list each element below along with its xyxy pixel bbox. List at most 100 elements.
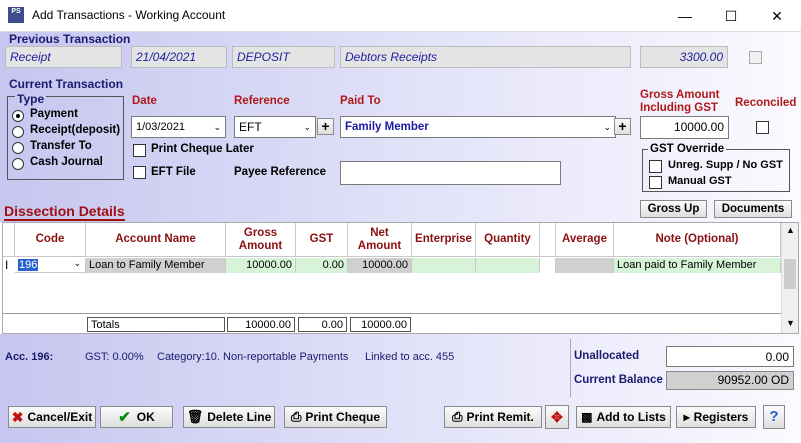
previous-amount: 3300.00	[640, 46, 728, 68]
scroll-down-icon[interactable]: ▼	[782, 318, 799, 328]
payee-reference-field[interactable]	[340, 161, 561, 185]
previous-paid-to: Debtors Receipts	[340, 46, 631, 68]
reference-value: EFT	[239, 120, 262, 134]
code-cell[interactable]: 196 ⌄	[15, 258, 86, 273]
gst-override-title: GST Override	[648, 143, 727, 155]
gst-info: GST: 0.00%	[85, 351, 144, 363]
unreg-supp-checkbox[interactable]	[649, 160, 662, 173]
print-remit-label: Print Remit.	[466, 410, 534, 424]
col-note[interactable]: Note (Optional)	[614, 223, 781, 257]
info-panel: Acc. 196: GST: 0.00% Category:10. Non-re…	[0, 334, 801, 443]
col-enterprise[interactable]: Enterprise	[412, 223, 476, 257]
chevron-down-icon[interactable]: ⌄	[603, 119, 611, 135]
registers-button[interactable]: ▸ Registers	[676, 406, 756, 428]
date-label: Date	[132, 95, 157, 107]
print-cheque-button[interactable]: ⎙ Print Cheque	[284, 406, 387, 428]
documents-button[interactable]: Documents	[714, 200, 792, 218]
col-net-amount[interactable]: Net Amount	[348, 223, 412, 257]
previous-type: Receipt	[5, 46, 122, 68]
gross-amount-label: Gross Amount Including GST	[640, 89, 720, 114]
gst-cell[interactable]: 0.00	[296, 258, 348, 273]
help-icon: ?	[769, 408, 779, 425]
type-transfer-radio[interactable]	[12, 142, 24, 154]
note-cell[interactable]: Loan paid to Family Member	[614, 258, 781, 273]
type-transfer-label[interactable]: Transfer To	[30, 140, 92, 152]
spacer-cell	[540, 258, 556, 273]
registers-label: Registers	[693, 410, 749, 424]
scrollbar-thumb[interactable]	[784, 259, 796, 289]
reference-label: Reference	[234, 95, 290, 107]
table-row[interactable]: I 196 ⌄ Loan to Family Member 10000.00 0…	[3, 258, 781, 273]
col-gross-amount[interactable]: Gross Amount	[226, 223, 296, 257]
current-transaction-panel: Current Transaction Type Payment Receipt…	[0, 76, 801, 222]
type-cash-journal-radio[interactable]	[12, 158, 24, 170]
print-cheque-later-checkbox[interactable]	[133, 144, 146, 157]
unreg-supp-label[interactable]: Unreg. Supp / No GST	[668, 159, 783, 171]
chevron-down-icon[interactable]: ⌄	[213, 119, 221, 135]
checkmark-icon: ✔	[118, 409, 131, 426]
manual-gst-checkbox[interactable]	[649, 176, 662, 189]
type-receipt-radio[interactable]	[12, 126, 24, 138]
text-cursor-icon: I	[5, 258, 9, 272]
cancel-exit-button[interactable]: ✖ Cancel/Exit	[8, 406, 96, 428]
scroll-up-icon[interactable]: ▲	[782, 225, 799, 235]
gross-cell[interactable]: 10000.00	[226, 258, 296, 273]
col-code[interactable]: Code	[15, 223, 86, 257]
ok-button[interactable]: ✔ OK	[100, 406, 173, 428]
totals-row: Totals 10000.00 0.00 10000.00	[3, 313, 781, 333]
type-payment-radio[interactable]	[12, 110, 24, 122]
dissection-grid: Code Account Name Gross Amount GST Net A…	[2, 222, 799, 334]
eft-file-label[interactable]: EFT File	[151, 166, 196, 178]
gross-amount-field[interactable]: 10000.00	[640, 116, 729, 139]
eraser-icon: ▩	[581, 410, 593, 424]
printer-icon: ⎙	[452, 409, 463, 424]
manual-gst-label[interactable]: Manual GST	[668, 175, 732, 187]
chevron-down-icon[interactable]: ⌄	[303, 119, 311, 135]
row-indicator-header	[3, 223, 15, 257]
reference-field[interactable]: EFT ⌄	[234, 116, 316, 138]
unallocated-value: 0.00	[666, 346, 794, 367]
delete-line-button[interactable]: 🗑 Delete Line	[183, 406, 275, 428]
code-value: 196	[18, 259, 39, 271]
col-average[interactable]: Average	[556, 223, 614, 257]
type-receipt-label[interactable]: Receipt(deposit)	[30, 124, 120, 136]
col-spacer	[540, 223, 556, 257]
category-info: Category:10. Non-reportable Payments	[157, 351, 349, 363]
account-name-cell: Loan to Family Member	[86, 258, 226, 273]
col-account-name[interactable]: Account Name	[86, 223, 226, 257]
minimize-button[interactable]: —	[662, 2, 708, 30]
vertical-scrollbar[interactable]: ▲ ▼	[781, 223, 798, 333]
previous-reconciled-checkbox	[749, 51, 762, 64]
add-reference-button[interactable]: +	[317, 118, 334, 135]
chevron-down-icon[interactable]: ⌄	[73, 256, 81, 270]
paid-to-field[interactable]: Family Member ⌄	[340, 116, 616, 138]
paid-to-value: Family Member	[345, 121, 429, 133]
split-arrows-button[interactable]: ✥	[545, 405, 569, 429]
type-cash-journal-label[interactable]: Cash Journal	[30, 156, 103, 168]
average-cell	[556, 258, 614, 273]
tag-icon: ▸	[683, 410, 690, 424]
type-payment-label[interactable]: Payment	[30, 108, 78, 120]
col-gst[interactable]: GST	[296, 223, 348, 257]
add-to-lists-label: Add to Lists	[596, 410, 666, 424]
col-quantity[interactable]: Quantity	[476, 223, 540, 257]
enterprise-cell[interactable]	[412, 258, 476, 273]
print-remit-button[interactable]: ⎙ Print Remit.	[444, 406, 542, 428]
print-cheque-later-label[interactable]: Print Cheque Later	[151, 143, 254, 155]
reconciled-checkbox[interactable]	[756, 121, 769, 134]
trash-icon: 🗑	[186, 409, 204, 424]
date-field[interactable]: 1/03/2021 ⌄	[131, 116, 226, 138]
previous-transaction-panel: Previous Transaction Receipt 21/04/2021 …	[0, 32, 801, 76]
title-bar: PS Add Transactions - Working Account — …	[0, 0, 801, 32]
maximize-button[interactable]: ☐	[708, 2, 754, 30]
help-button[interactable]: ?	[763, 405, 785, 429]
close-button[interactable]: ✕	[754, 2, 800, 30]
gross-up-button[interactable]: Gross Up	[640, 200, 707, 218]
add-to-lists-button[interactable]: ▩ Add to Lists	[576, 406, 671, 428]
quantity-cell[interactable]	[476, 258, 540, 273]
current-balance-label: Current Balance	[574, 374, 663, 386]
add-paid-to-button[interactable]: +	[614, 118, 631, 135]
arrows-icon: ✥	[551, 409, 563, 425]
eft-file-checkbox[interactable]	[133, 166, 146, 179]
current-balance-value: 90952.00 OD	[666, 371, 794, 390]
